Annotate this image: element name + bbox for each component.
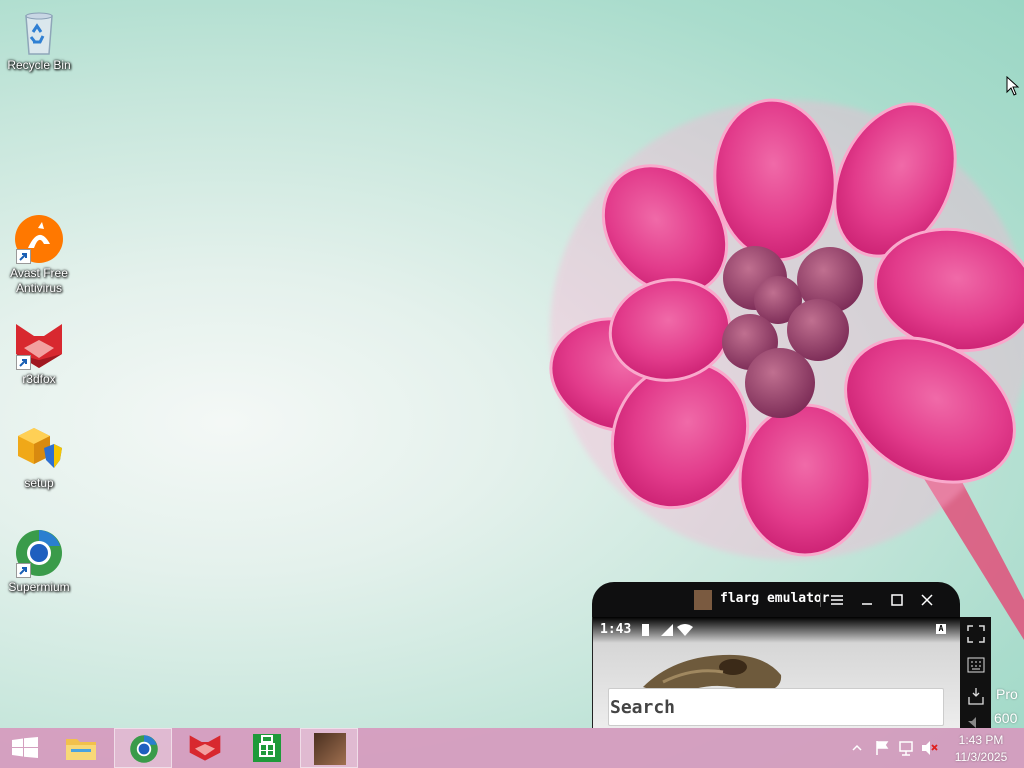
taskbar-store[interactable] xyxy=(238,728,296,768)
emulator-screen[interactable]: 1:43 A Search xyxy=(592,617,961,728)
supermium-icon xyxy=(130,735,158,763)
flarg-emulator-icon xyxy=(314,733,346,765)
maximize-icon[interactable] xyxy=(890,593,904,607)
emulator-app-icon xyxy=(694,590,712,610)
install-apk-icon[interactable] xyxy=(967,687,985,705)
emulator-side-toolbar xyxy=(960,617,991,728)
emulator-titlebar[interactable]: flarg emulator xyxy=(592,582,960,618)
desktop-icon-r3dfox[interactable]: r3dfox xyxy=(0,320,78,387)
android-status-bar: 1:43 A xyxy=(593,617,961,643)
taskbar: 1:43 PM 11/3/2025 xyxy=(0,728,1024,768)
desktop-icon-supermium[interactable]: Supermium xyxy=(0,528,78,595)
store-icon xyxy=(253,734,281,762)
side-text-600: 600 xyxy=(994,710,1018,726)
start-button[interactable] xyxy=(0,728,50,768)
keyboard-icon[interactable] xyxy=(967,657,985,673)
show-hidden-icons-icon[interactable] xyxy=(852,744,862,752)
clock-date[interactable]: 11/3/2025 xyxy=(948,750,1014,764)
action-center-flag-icon[interactable] xyxy=(874,740,890,756)
shortcut-arrow-icon xyxy=(16,563,31,578)
fullscreen-icon[interactable] xyxy=(967,625,985,643)
windows-logo-icon xyxy=(12,737,38,758)
title-divider xyxy=(820,593,821,607)
setup-icon xyxy=(14,424,64,474)
desktop-icon-label: setup xyxy=(24,476,54,490)
status-icons xyxy=(642,624,693,636)
desktop-icon-recycle-bin[interactable]: Recycle Bin xyxy=(0,6,78,73)
close-icon[interactable] xyxy=(920,593,934,607)
shortcut-arrow-icon xyxy=(16,355,31,370)
mouse-cursor-icon xyxy=(1006,76,1020,96)
avast-icon xyxy=(14,214,64,264)
desktop-icon-label: Avast Free Antivirus xyxy=(10,266,68,295)
folder-icon xyxy=(66,739,96,760)
search-field[interactable]: Search xyxy=(608,688,944,726)
volume-icon[interactable] xyxy=(966,717,984,728)
desktop-icon-label: Supermium xyxy=(8,580,70,594)
desktop-icon-label: r3dfox xyxy=(22,372,56,386)
recycle-bin-icon xyxy=(14,6,64,56)
supermium-icon xyxy=(14,528,64,578)
status-time: 1:43 xyxy=(600,622,632,637)
taskbar-r3dfox[interactable] xyxy=(176,728,234,768)
desktop[interactable]: Recycle Bin Avast Free Antivirus r3dfox xyxy=(0,0,1024,728)
volume-muted-icon[interactable] xyxy=(921,740,939,756)
clock-time[interactable]: 1:43 PM xyxy=(948,733,1014,747)
search-placeholder: Search xyxy=(610,697,676,718)
taskbar-supermium[interactable] xyxy=(114,728,172,768)
minimize-icon[interactable] xyxy=(860,593,874,607)
network-icon[interactable] xyxy=(898,740,914,756)
r3dfox-icon xyxy=(189,735,221,761)
taskbar-file-explorer[interactable] xyxy=(52,728,110,768)
taskbar-flarg-emulator[interactable] xyxy=(300,728,358,768)
desktop-icon-setup[interactable]: setup xyxy=(0,424,78,491)
desktop-icon-label: Recycle Bin xyxy=(7,58,71,72)
side-text-pro: Pro xyxy=(996,686,1018,702)
menu-icon[interactable] xyxy=(830,593,844,607)
r3dfox-icon xyxy=(14,320,64,370)
notification-icon: A xyxy=(936,624,946,634)
shortcut-arrow-icon xyxy=(16,249,31,264)
desktop-icon-avast[interactable]: Avast Free Antivirus xyxy=(0,214,78,296)
emulator-title: flarg emulator xyxy=(720,591,830,606)
